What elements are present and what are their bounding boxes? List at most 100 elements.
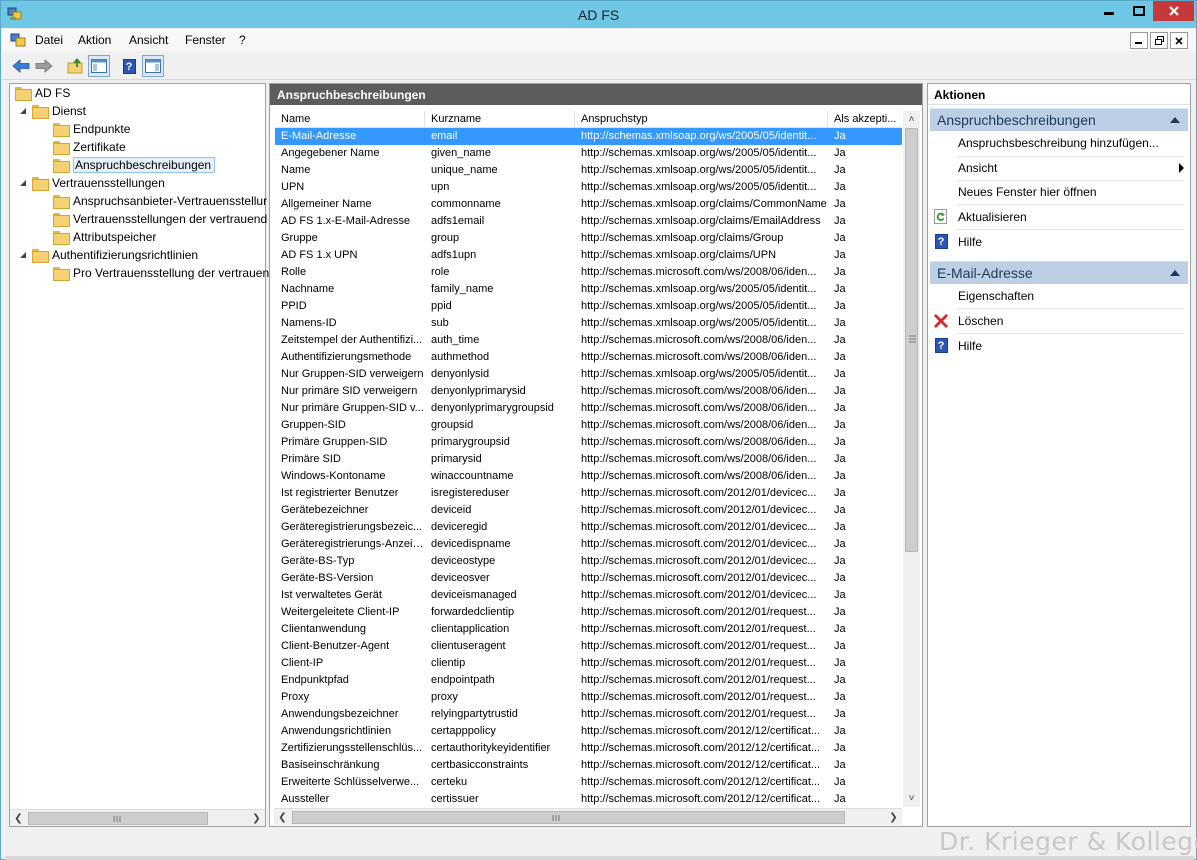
tree-horizontal-scrollbar[interactable]: ❮ ❯ xyxy=(10,809,265,826)
actions-section-anspruchbeschreibungen[interactable]: Anspruchbeschreibungen xyxy=(930,108,1188,131)
tree-node-zertifikate[interactable]: Zertifikate xyxy=(53,138,126,156)
actions-section-email-adresse[interactable]: E-Mail-Adresse xyxy=(930,261,1188,284)
action-loeschen[interactable]: Löschen xyxy=(958,314,1003,328)
scrollbar-thumb[interactable] xyxy=(28,812,208,825)
table-row[interactable]: Allgemeiner Name commonname http://schemas… xyxy=(275,196,902,213)
table-row-selected[interactable]: E-Mail-Adresse email http://schemas.xmlsoa… xyxy=(275,128,902,145)
action-aktualisieren[interactable]: Aktualisieren xyxy=(958,210,1027,224)
close-button[interactable] xyxy=(1153,1,1194,21)
table-row[interactable]: Erweiterte Schlüsselverwe... certeku http:… xyxy=(275,774,902,791)
table-row[interactable]: Rolle role http://schemas.microsoft.com/ws… xyxy=(275,264,902,281)
table-horizontal-scrollbar[interactable]: ❮ ❯ xyxy=(274,808,902,825)
tree-node-vertrauensstellungen[interactable]: Vertrauensstellungen xyxy=(19,174,165,192)
action-ansicht[interactable]: Ansicht xyxy=(958,161,997,175)
mmc-icon[interactable] xyxy=(10,32,27,48)
table-row[interactable]: Windows-Kontoname winaccountname http://sc… xyxy=(275,468,902,485)
table-row[interactable]: Nur primäre Gruppen-SID v... denyonlyprim… xyxy=(275,400,902,417)
column-header-kurzname[interactable]: Kurzname xyxy=(425,111,575,128)
table-row[interactable]: Primäre Gruppen-SID primarygroupsid http:/… xyxy=(275,434,902,451)
table-row[interactable]: Gruppen-SID groupsid http://schemas.micros… xyxy=(275,417,902,434)
up-level-button[interactable] xyxy=(65,55,87,77)
table-row[interactable]: Gerätebezeichner deviceid http://schemas.m… xyxy=(275,502,902,519)
scroll-left-icon[interactable]: ❮ xyxy=(10,810,27,827)
show-hide-action-pane-button[interactable] xyxy=(142,55,164,77)
forward-button[interactable] xyxy=(33,55,55,77)
title-bar[interactable]: AD FS xyxy=(1,1,1196,28)
table-row[interactable]: Weitergeleitete Client-IP forwardedclient… xyxy=(275,604,902,621)
scroll-up-icon[interactable]: ˄ xyxy=(903,111,920,128)
scrollbar-thumb[interactable] xyxy=(292,811,845,824)
action-hilfe[interactable]: Hilfe xyxy=(958,339,982,353)
tree-node-authentifizierungsrichtlinien[interactable]: Authentifizierungsrichtlinien xyxy=(19,246,198,264)
scroll-down-icon[interactable]: ˅ xyxy=(903,790,920,807)
maximize-button[interactable] xyxy=(1123,1,1155,21)
tree-node-attributspeicher[interactable]: Attributspeicher xyxy=(53,228,156,246)
menu-help[interactable]: ? xyxy=(239,33,246,47)
column-header-anspruchstyp[interactable]: Anspruchstyp xyxy=(575,111,828,128)
menu-aktion[interactable]: Aktion xyxy=(78,33,111,47)
table-row[interactable]: Clientanwendung clientapplication http://s… xyxy=(275,621,902,638)
cell-name: Client-IP xyxy=(281,657,324,669)
mdi-minimize-button[interactable] xyxy=(1130,32,1148,49)
action-eigenschaften[interactable]: Eigenschaften xyxy=(958,289,1034,303)
table-row[interactable]: Client-Benutzer-Agent clientuseragent http… xyxy=(275,638,902,655)
menu-datei[interactable]: Datei xyxy=(35,33,63,47)
tree-node-dienst[interactable]: Dienst xyxy=(19,102,86,120)
tree-node-vertrauende-parteien[interactable]: Vertrauensstellungen der vertrauend xyxy=(53,210,267,228)
table-vertical-scrollbar[interactable]: ˄ ˅ xyxy=(903,111,920,807)
table-row[interactable]: Geräte-BS-Typ deviceostype http://schemas.… xyxy=(275,553,902,570)
show-hide-console-tree-button[interactable] xyxy=(88,55,110,77)
back-button[interactable] xyxy=(10,55,32,77)
tree-node-anspruchsanbieter[interactable]: Anspruchsanbieter-Vertrauensstellur xyxy=(53,192,267,210)
action-hilfe[interactable]: Hilfe xyxy=(958,235,982,249)
tree-node-endpunkte[interactable]: Endpunkte xyxy=(53,120,130,138)
table-row[interactable]: Anwendungsrichtlinien certapppolicy http:/… xyxy=(275,723,902,740)
table-row[interactable]: UPN upn http://schemas.xmlsoap.org/ws/2005… xyxy=(275,179,902,196)
table-row[interactable]: Gruppe group http://schemas.xmlsoap.org/cl… xyxy=(275,230,902,247)
action-anspruchsbeschreibung-hinzufuegen[interactable]: Anspruchsbeschreibung hinzufügen... xyxy=(958,136,1159,150)
table-row[interactable]: Geräteregistrierungsbezeic... deviceregid… xyxy=(275,519,902,536)
collapse-caret-icon[interactable] xyxy=(1170,117,1180,123)
tree-node-anspruchbeschreibungen[interactable]: Anspruchbeschreibungen xyxy=(53,156,216,174)
table-row[interactable]: Nur Gruppen-SID verweigern denyonlysid htt… xyxy=(275,366,902,383)
table-row[interactable]: Basiseinschränkung certbasicconstraints ht… xyxy=(275,757,902,774)
table-row[interactable]: Zeitstempel der Authentifizi... auth_time… xyxy=(275,332,902,349)
mdi-close-button[interactable] xyxy=(1170,32,1188,49)
scroll-right-icon[interactable]: ❯ xyxy=(885,809,902,826)
menu-fenster[interactable]: Fenster xyxy=(185,33,226,47)
table-row[interactable]: Endpunktpfad endpointpath http://schemas.m… xyxy=(275,672,902,689)
collapse-caret-icon[interactable] xyxy=(1170,270,1180,276)
scrollbar-thumb[interactable] xyxy=(905,128,918,552)
action-neues-fenster[interactable]: Neues Fenster hier öffnen xyxy=(958,185,1097,199)
table-row[interactable]: Nur primäre SID verweigern denyonlyprimar… xyxy=(275,383,902,400)
cell-name: Endpunktpfad xyxy=(281,674,349,686)
table-row[interactable]: Anwendungsbezeichner relyingpartytrustid h… xyxy=(275,706,902,723)
table-row[interactable]: Zertifizierungsstellenschlüs... certautho… xyxy=(275,740,902,757)
table-row[interactable]: Namens-ID sub http://schemas.xmlsoap.org/w… xyxy=(275,315,902,332)
table-row[interactable]: Nachname family_name http://schemas.xmlsoa… xyxy=(275,281,902,298)
table-row[interactable]: AD FS 1.x UPN adfs1upn http://schemas.xmls… xyxy=(275,247,902,264)
minimize-button[interactable] xyxy=(1093,1,1125,21)
table-row[interactable]: Name unique_name http://schemas.xmlsoap.or… xyxy=(275,162,902,179)
scroll-left-icon[interactable]: ❮ xyxy=(274,809,291,826)
table-row[interactable]: Angegebener Name given_name http://schemas… xyxy=(275,145,902,162)
table-row[interactable]: Proxy proxy http://schemas.microsoft.com/2… xyxy=(275,689,902,706)
table-row[interactable]: AD FS 1.x-E-Mail-Adresse adfs1email http:/… xyxy=(275,213,902,230)
tree-node-root[interactable]: AD FS xyxy=(15,84,70,102)
scroll-right-icon[interactable]: ❯ xyxy=(248,810,265,827)
column-header-akzeptiert[interactable]: Als akzepti... xyxy=(828,111,902,128)
table-row[interactable]: Aussteller certissuer http://schemas.micro… xyxy=(275,791,902,808)
table-row[interactable]: Authentifizierungsmethode authmethod http:… xyxy=(275,349,902,366)
table-row[interactable]: Ist registrierter Benutzer isregisteredus… xyxy=(275,485,902,502)
table-row[interactable]: Client-IP clientip http://schemas.microsof… xyxy=(275,655,902,672)
table-row[interactable]: Geräte-BS-Version deviceosver http://schem… xyxy=(275,570,902,587)
tree-node-pro-vertrauensstellung[interactable]: Pro Vertrauensstellung der vertrauen xyxy=(53,264,269,282)
table-row[interactable]: PPID ppid http://schemas.xmlsoap.org/ws/20… xyxy=(275,298,902,315)
table-row[interactable]: Geräteregistrierungs-Anzeig... devicedisp… xyxy=(275,536,902,553)
mdi-restore-button[interactable] xyxy=(1150,32,1168,49)
help-toolbar-button[interactable]: ? xyxy=(118,55,140,77)
table-row[interactable]: Primäre SID primarysid http://schemas.micr… xyxy=(275,451,902,468)
column-header-name[interactable]: Name xyxy=(275,111,425,128)
menu-ansicht[interactable]: Ansicht xyxy=(129,33,168,47)
table-row[interactable]: Ist verwaltetes Gerät deviceismanaged http… xyxy=(275,587,902,604)
